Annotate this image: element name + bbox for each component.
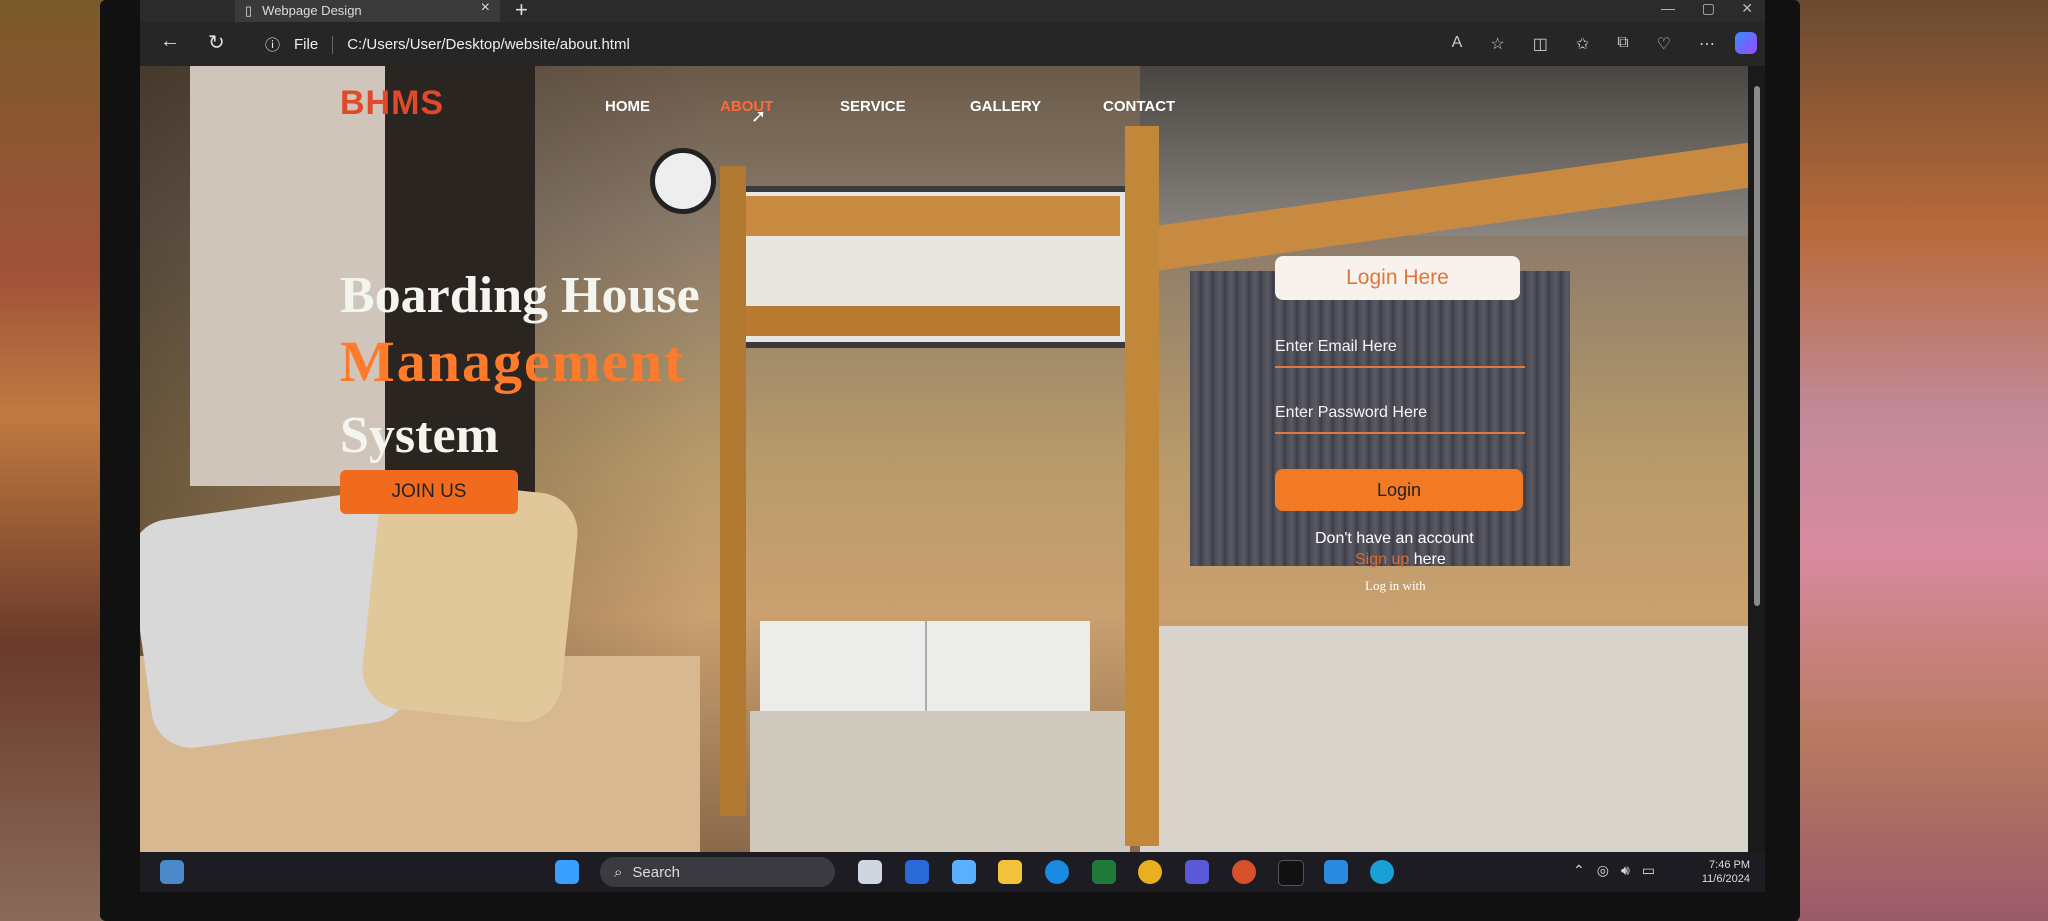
excel-icon[interactable] <box>1092 860 1116 884</box>
minimize-icon[interactable]: — <box>1661 0 1675 16</box>
scrollbar-thumb[interactable] <box>1754 86 1760 606</box>
network-icon[interactable]: ◎ <box>1597 862 1609 879</box>
close-window-icon[interactable]: ✕ <box>1741 0 1753 17</box>
maximize-icon[interactable]: ▢ <box>1702 0 1715 17</box>
nav-gallery[interactable]: GALLERY <box>970 98 1041 115</box>
background-bunk-rail <box>730 196 1120 236</box>
date: 11/6/2024 <box>1701 873 1750 885</box>
browser-tab-bar: ▯ Webpage Design × + — ▢ ✕ <box>140 0 1765 22</box>
log-in-with-text: Log in with <box>1365 578 1426 593</box>
back-icon[interactable]: ← <box>160 30 180 53</box>
taskbar: ⌕ Search ⌃ ◎ 🔊︎ ▭ 7:46 PM 11/6/2024 <box>140 852 1765 892</box>
new-tab-icon[interactable]: + <box>515 0 528 23</box>
browser-tab[interactable]: ▯ Webpage Design × <box>235 0 500 22</box>
url-divider <box>332 35 334 54</box>
background-desk-left <box>0 0 110 921</box>
store-icon[interactable] <box>905 860 929 884</box>
vscode-icon[interactable] <box>1324 860 1348 884</box>
background-bunk-rail <box>730 306 1120 336</box>
page-scrollbar[interactable] <box>1748 66 1765 852</box>
clock[interactable]: 7:46 PM 11/6/2024 <box>1702 858 1750 886</box>
background-bunk-post <box>1125 126 1159 846</box>
browser-toolbar: A ☆ ◫ ✩ ⧉ ♡ ⋯ <box>1452 34 1715 54</box>
signup-line: Sign up here <box>1355 551 1446 569</box>
webpage: BHMS HOME ABOUT SERVICE GALLERY CONTACT … <box>140 66 1748 852</box>
file-explorer-icon[interactable] <box>998 860 1022 884</box>
edge-icon[interactable] <box>1045 860 1069 884</box>
background-desk-right <box>1798 0 2048 921</box>
hero-title-line-3: System <box>340 407 499 464</box>
read-aloud-icon[interactable]: A <box>1452 34 1463 54</box>
info-icon: ⓘ <box>265 37 281 54</box>
nav-service[interactable]: SERVICE <box>840 98 906 115</box>
start-windows-icon[interactable] <box>555 860 579 884</box>
url-field[interactable]: ⓘ File C:/Users/User/Desktop/website/abo… <box>265 34 630 55</box>
nav-contact[interactable]: CONTACT <box>1103 98 1175 115</box>
page-icon: ▯ <box>245 3 253 18</box>
background-floor <box>750 711 1130 852</box>
search-icon: ⌕ <box>614 863 623 881</box>
url-text: C:/Users/User/Desktop/website/about.html <box>347 36 630 53</box>
more-menu-icon[interactable]: ⋯ <box>1699 34 1715 54</box>
edge-active-icon[interactable] <box>1370 860 1394 884</box>
email-field[interactable]: Enter Email Here <box>1275 338 1525 368</box>
split-screen-icon[interactable]: ◫ <box>1533 34 1548 54</box>
hero-title-line-1: Boarding House <box>340 267 700 324</box>
browser-essentials-icon[interactable]: ♡ <box>1657 34 1671 54</box>
system-tray: ⌃ ◎ 🔊︎ ▭ <box>1573 862 1655 879</box>
collections-icon[interactable]: ⧉ <box>1617 34 1628 54</box>
favorites-icon[interactable]: ✩ <box>1576 34 1589 54</box>
chrome-icon[interactable] <box>1138 860 1162 884</box>
taskbar-search[interactable]: ⌕ Search <box>600 857 835 887</box>
tab-title: Webpage Design <box>262 3 362 18</box>
time: 7:46 PM <box>1709 859 1750 871</box>
login-title: Login Here <box>1275 256 1520 300</box>
copilot-icon[interactable] <box>1735 32 1757 54</box>
refresh-icon[interactable]: ↻ <box>208 30 225 55</box>
background-clock <box>650 148 716 214</box>
signup-suffix: here <box>1409 551 1446 568</box>
battery-icon[interactable]: ▭ <box>1642 862 1655 879</box>
no-account-text: Don't have an account <box>1315 530 1474 547</box>
task-view-icon[interactable] <box>858 860 882 884</box>
search-label: Search <box>632 863 680 881</box>
url-scheme: File <box>294 36 319 53</box>
tiktok-icon[interactable] <box>1278 860 1304 886</box>
background-bunk-post <box>720 166 746 816</box>
site-logo[interactable]: BHMS <box>340 84 444 123</box>
chevron-up-icon[interactable]: ⌃ <box>1573 862 1585 879</box>
powerpoint-icon[interactable] <box>1232 860 1256 884</box>
volume-icon[interactable]: 🔊︎ <box>1621 862 1630 879</box>
teams-icon[interactable] <box>1185 860 1209 884</box>
login-button[interactable]: Login <box>1275 469 1523 511</box>
widgets-icon[interactable] <box>160 860 184 884</box>
browser-address-bar: ← ↻ ⓘ File C:/Users/User/Desktop/website… <box>140 22 1765 66</box>
close-tab-icon[interactable]: × <box>481 0 490 16</box>
join-us-button[interactable]: JOIN US <box>340 470 518 514</box>
background-drawer-divider <box>925 621 927 711</box>
favorite-star-icon[interactable]: ☆ <box>1490 34 1504 54</box>
laptop-screen: ▯ Webpage Design × + — ▢ ✕ ← ↻ ⓘ File C:… <box>140 0 1765 892</box>
copilot-app-icon[interactable] <box>952 860 976 884</box>
hero-title-line-2: Management <box>340 329 686 394</box>
mouse-pointer-icon: ➚ <box>751 106 767 126</box>
password-field[interactable]: Enter Password Here <box>1275 404 1525 434</box>
background-mattress <box>1140 626 1748 852</box>
nav-home[interactable]: HOME <box>605 98 650 115</box>
signup-link[interactable]: Sign up <box>1355 551 1409 568</box>
